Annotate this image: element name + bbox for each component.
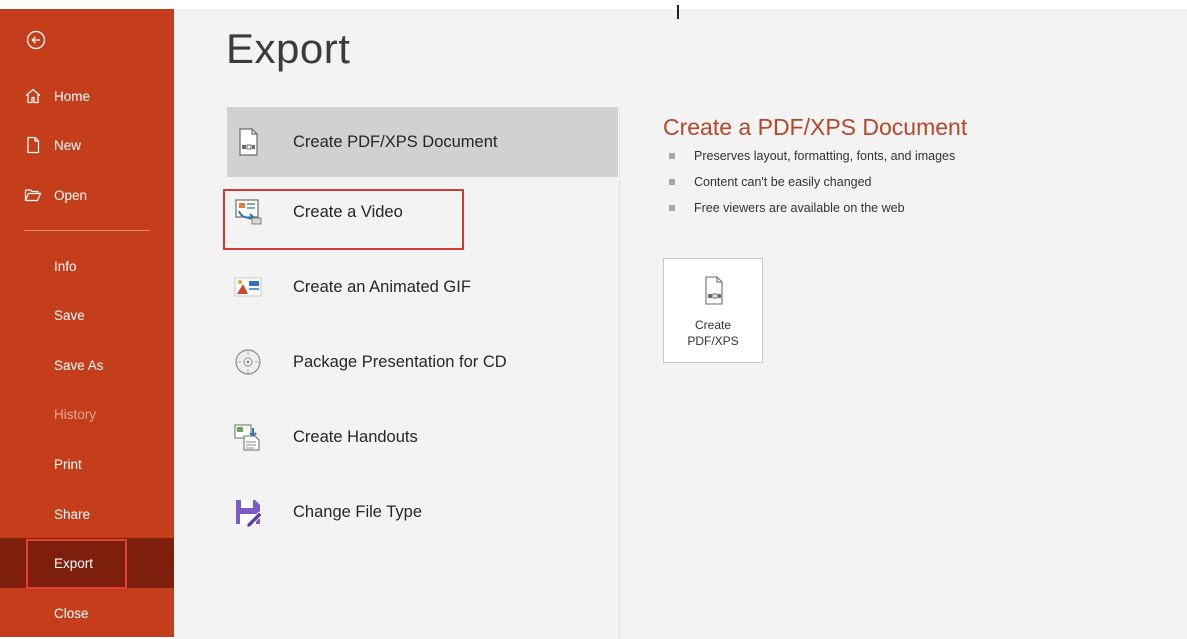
sidebar-item-save-as[interactable]: Save As xyxy=(0,345,174,385)
sidebar-item-label: Save As xyxy=(54,357,104,373)
sidebar-item-label: Share xyxy=(54,506,91,522)
option-label: Change File Type xyxy=(293,502,423,521)
sidebar-item-history: History xyxy=(0,394,174,434)
sidebar-item-save[interactable]: Save xyxy=(0,295,174,335)
sidebar-item-label: Home xyxy=(54,88,91,104)
back-arrow-icon[interactable] xyxy=(26,30,46,50)
create-pdf-xps-label: Create PDF/XPS xyxy=(687,318,739,348)
sidebar-item-label: Close xyxy=(54,605,89,621)
export-highlight-outline xyxy=(26,539,127,589)
sidebar-item-print[interactable]: Print xyxy=(0,444,174,484)
pdf-document-icon xyxy=(705,276,723,305)
detail-title: Create a PDF/XPS Document xyxy=(663,114,968,140)
option-package-presentation-cd[interactable]: Package Presentation for CD xyxy=(227,327,618,397)
sidebar-item-open[interactable]: Open xyxy=(0,175,174,215)
top-marker xyxy=(677,5,679,19)
export-panel: Export Create PDF/XPS Document Create a … xyxy=(174,5,1187,639)
sidebar-divider xyxy=(24,230,150,231)
option-change-file-type[interactable]: Change File Type xyxy=(227,477,618,547)
option-label: Package Presentation for CD xyxy=(293,352,507,371)
create-video-highlight-outline xyxy=(223,189,464,250)
open-folder-icon xyxy=(24,189,42,202)
sidebar-item-info[interactable]: Info xyxy=(0,246,174,286)
cd-disc-icon xyxy=(235,349,261,375)
sidebar-item-label: Open xyxy=(54,187,88,203)
option-label: Create an Animated GIF xyxy=(293,277,471,296)
option-create-animated-gif[interactable]: Create an Animated GIF xyxy=(227,252,618,322)
bullet-square-icon xyxy=(669,153,675,159)
sidebar-item-home[interactable]: Home xyxy=(0,76,174,116)
home-icon xyxy=(25,88,41,104)
create-pdf-xps-button[interactable]: Create PDF/XPS xyxy=(663,258,763,363)
page-title: Export xyxy=(226,25,351,72)
animated-gif-icon xyxy=(234,277,262,297)
bullet-square-icon xyxy=(669,179,675,185)
export-options-list: Create PDF/XPS Document Create a Video C… xyxy=(227,107,618,639)
sidebar-item-label: Info xyxy=(54,258,77,274)
sidebar-item-new[interactable]: New xyxy=(0,125,174,165)
sidebar-item-label: Print xyxy=(54,456,82,472)
vertical-divider xyxy=(619,107,620,639)
handouts-icon xyxy=(234,424,260,451)
sidebar-item-label: Save xyxy=(54,307,85,323)
option-create-handouts[interactable]: Create Handouts xyxy=(227,402,618,472)
sidebar-item-close[interactable]: Close xyxy=(0,593,174,633)
pdf-document-icon xyxy=(239,128,258,156)
sidebar-item-label: History xyxy=(54,406,97,422)
save-as-file-type-icon xyxy=(236,500,263,527)
option-label: Create PDF/XPS Document xyxy=(293,132,498,151)
new-document-icon xyxy=(27,136,40,154)
option-label: Create Handouts xyxy=(293,427,418,446)
bullet-square-icon xyxy=(669,205,675,211)
option-create-pdf-xps[interactable]: Create PDF/XPS Document xyxy=(227,107,618,177)
sidebar-item-share[interactable]: Share xyxy=(0,494,174,534)
sidebar-item-label: New xyxy=(54,137,82,153)
